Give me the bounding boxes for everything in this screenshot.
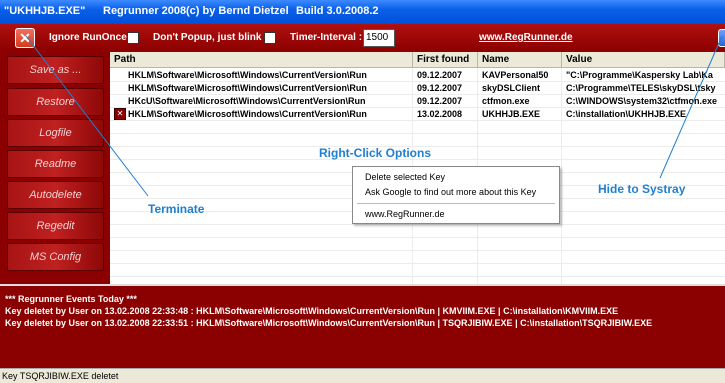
events-panel: *** Regrunner Events Today *** Key delet… xyxy=(0,284,725,368)
ignore-runonce-label: Ignore RunOnce xyxy=(49,32,127,43)
toolbar: ✕ Ignore RunOnce Don't Popup, just blink… xyxy=(0,24,725,52)
status-bar: Key TSQRJIBIW.EXE deletet xyxy=(0,368,725,383)
cell-first-found: 09.12.2007 xyxy=(417,96,463,106)
cell-first-found: 13.02.2008 xyxy=(417,109,463,119)
terminate-button[interactable]: ✕ xyxy=(15,28,35,48)
title-copyright: (c) by Bernd Dietzel xyxy=(186,5,289,17)
title-app: Regrunner 2008 xyxy=(103,5,187,17)
restore-button[interactable]: Restore xyxy=(7,88,104,116)
grid-divider xyxy=(110,237,725,238)
cell-first-found: 09.12.2007 xyxy=(417,83,463,93)
regedit-button[interactable]: Regedit xyxy=(7,212,104,240)
autodelete-button[interactable]: Autodelete xyxy=(7,181,104,209)
cell-name: UKHHJB.EXE xyxy=(482,109,541,119)
grid-divider xyxy=(110,133,725,134)
dont-popup-checkbox[interactable] xyxy=(264,32,276,44)
column-header-value[interactable]: Value xyxy=(562,52,725,68)
cell-name: ctfmon.exe xyxy=(482,96,530,106)
cell-path: HKLM\Software\Microsoft\Windows\CurrentV… xyxy=(128,70,367,80)
dont-popup-label: Don't Popup, just blink xyxy=(153,32,262,43)
cell-value: C:\installation\UKHHJB.EXE xyxy=(566,109,687,119)
cell-value: C:\Programme\TELES\skyDSL\tsky xyxy=(566,83,716,93)
events-header: *** Regrunner Events Today *** xyxy=(5,294,137,304)
title-exe: "UKHHJB.EXE" xyxy=(4,5,86,17)
ignore-runonce-checkbox[interactable] xyxy=(127,32,139,44)
menu-item-delete-key[interactable]: Delete selected Key xyxy=(365,172,445,182)
timer-interval-input[interactable]: 1500 xyxy=(363,29,395,47)
menu-item-ask-google[interactable]: Ask Google to find out more about this K… xyxy=(365,187,536,197)
grid-divider xyxy=(110,263,725,264)
cell-path: HKLM\Software\Microsoft\Windows\CurrentV… xyxy=(128,109,367,119)
readme-button[interactable]: Readme xyxy=(7,150,104,178)
table-row[interactable]: HKLM\Software\Microsoft\Windows\CurrentV… xyxy=(110,69,725,82)
menu-separator xyxy=(357,203,555,204)
hide-to-systray-button[interactable] xyxy=(718,29,725,47)
table-row[interactable]: ✕ HKLM\Software\Microsoft\Windows\Curren… xyxy=(110,108,725,121)
timer-interval-label: Timer-Interval : xyxy=(290,32,363,43)
column-header-path[interactable]: Path xyxy=(110,52,413,68)
cell-first-found: 09.12.2007 xyxy=(417,70,463,80)
title-build: Build 3.0.2008.2 xyxy=(296,5,379,17)
cell-value: C:\WINDOWS\system32\ctfmon.exe xyxy=(566,96,718,106)
cell-name: KAVPersonal50 xyxy=(482,70,549,80)
website-link[interactable]: www.RegRunner.de xyxy=(479,32,573,43)
msconfig-button[interactable]: MS Config xyxy=(7,243,104,271)
grid-divider xyxy=(110,224,725,225)
hide-to-systray-annotation: Hide to Systray xyxy=(598,182,686,196)
table-row[interactable]: HKLM\Software\Microsoft\Windows\CurrentV… xyxy=(110,82,725,95)
menu-item-website[interactable]: www.RegRunner.de xyxy=(365,209,445,219)
context-menu: Delete selected Key Ask Google to find o… xyxy=(352,166,560,224)
event-line: Key deletet by User on 13.02.2008 22:33:… xyxy=(5,306,619,316)
grid-divider xyxy=(110,250,725,251)
event-line: Key deletet by User on 13.02.2008 22:33:… xyxy=(5,318,653,328)
sidebar: Save as ... Restore Logfile Readme Autod… xyxy=(0,52,110,284)
right-click-annotation: Right-Click Options xyxy=(319,146,431,160)
cell-name: skyDSLClient xyxy=(482,83,541,93)
cell-path: HKLM\Software\Microsoft\Windows\CurrentV… xyxy=(128,83,367,93)
cell-value: "C:\Programme\Kaspersky Lab\Ka xyxy=(566,70,713,80)
logfile-button[interactable]: Logfile xyxy=(7,119,104,147)
column-header-name[interactable]: Name xyxy=(478,52,562,68)
save-as-button[interactable]: Save as ... xyxy=(7,56,104,84)
cell-path: HKcU\Software\Microsoft\Windows\CurrentV… xyxy=(128,96,366,106)
column-header-first-found[interactable]: First found xyxy=(413,52,478,68)
title-bar: "UKHHJB.EXE" Regrunner 2008 (c) by Bernd… xyxy=(0,0,725,24)
terminate-annotation: Terminate xyxy=(148,202,205,216)
close-icon: ✕ xyxy=(19,30,31,46)
grid-divider xyxy=(110,276,725,277)
table-row[interactable]: HKcU\Software\Microsoft\Windows\CurrentV… xyxy=(110,95,725,108)
